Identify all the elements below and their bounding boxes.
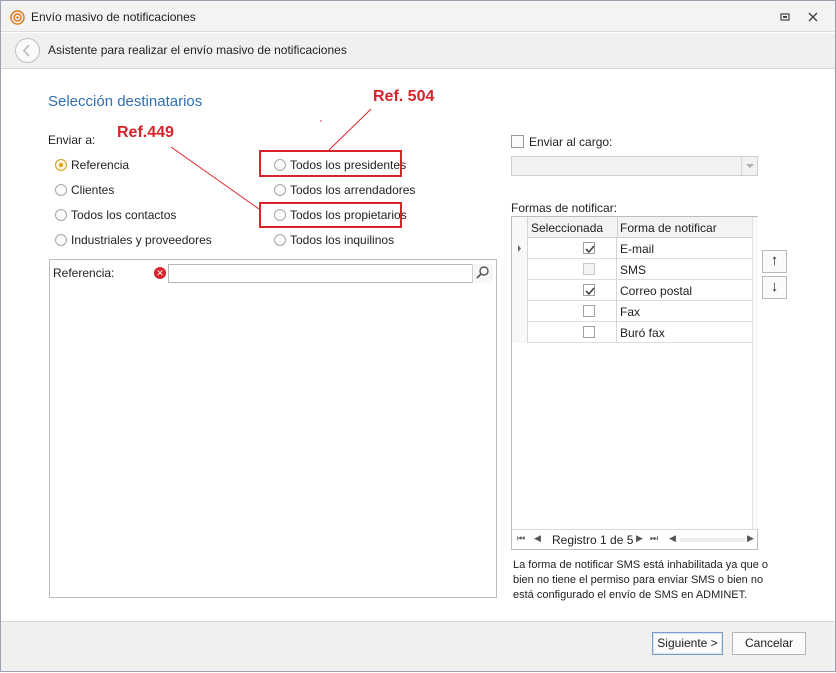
annotation-line-ref504 <box>328 108 372 151</box>
method-checkbox-fax[interactable] <box>583 305 595 317</box>
dropdown-arrow[interactable] <box>741 157 757 175</box>
scroll-left-icon[interactable]: ◀ <box>669 533 676 544</box>
grid-header-corner <box>512 217 528 238</box>
radio-indicator <box>274 234 286 246</box>
table-row[interactable]: Buró fax <box>512 322 752 343</box>
column-header-selected[interactable]: Seleccionada <box>531 221 603 235</box>
radio-indicator <box>274 184 286 196</box>
table-row[interactable]: Fax <box>512 301 752 322</box>
horizontal-scrollbar[interactable] <box>680 538 745 542</box>
row-indicator <box>512 238 528 259</box>
sms-disabled-note: La forma de notificar SMS está inhabilit… <box>513 559 768 601</box>
checkmark-icon <box>585 245 595 254</box>
wizard-header-text: Asistente para realizar el envío masivo … <box>48 43 347 57</box>
error-icon: ✕ <box>154 267 166 279</box>
restore-icon[interactable] <box>778 10 792 24</box>
cell-selected <box>528 259 617 280</box>
method-name: Correo postal <box>620 284 693 298</box>
chevron-down-icon <box>746 164 754 168</box>
notify-methods-label: Formas de notificar: <box>511 201 618 215</box>
next-button[interactable]: Siguiente > <box>652 632 723 655</box>
radio-indicator <box>55 234 67 246</box>
method-checkbox-correo-postal[interactable] <box>583 284 595 296</box>
radio-referencia[interactable]: Referencia <box>55 158 129 172</box>
arrow-left-icon <box>22 44 30 57</box>
annotation-label-ref449: Ref.449 <box>117 124 174 141</box>
first-page-icon[interactable]: ⏮ <box>517 533 525 544</box>
reference-label: Referencia: <box>53 266 115 280</box>
annotation-box-presidentes <box>259 150 402 177</box>
row-indicator <box>512 259 528 280</box>
checkmark-icon <box>585 287 595 296</box>
next-page-icon[interactable]: ▶ <box>636 533 643 544</box>
arrow-up-icon: ↑ <box>770 252 779 269</box>
column-header-method[interactable]: Forma de notificar <box>620 221 717 235</box>
position-dropdown[interactable] <box>511 156 758 176</box>
method-name: SMS <box>620 263 647 277</box>
radio-todos-inquilinos[interactable]: Todos los inquilinos <box>274 233 394 247</box>
annotation-label-ref504: Ref. 504 <box>373 88 435 105</box>
cancel-button[interactable]: Cancelar <box>732 632 806 655</box>
row-indicator <box>512 322 528 343</box>
row-indicator <box>512 301 528 322</box>
section-title: Selección destinatarios <box>48 93 203 110</box>
move-down-button[interactable]: ↓ <box>762 276 787 299</box>
method-name: Buró fax <box>620 326 665 340</box>
radio-indicator <box>55 184 67 196</box>
send-to-label: Enviar a: <box>48 133 96 147</box>
cell-selected <box>528 301 617 322</box>
arrow-down-icon: ↓ <box>770 278 779 295</box>
cell-selected <box>528 280 617 301</box>
close-icon[interactable] <box>806 10 820 24</box>
window-title: Envío masivo de notificaciones <box>31 10 196 24</box>
table-row[interactable]: SMS <box>512 259 752 280</box>
radio-todos-arrendadores[interactable]: Todos los arrendadores <box>274 183 415 197</box>
annotation-box-propietarios <box>259 202 402 228</box>
last-page-icon[interactable]: ⏭ <box>650 533 658 544</box>
cell-selected <box>528 238 617 259</box>
method-name: Fax <box>620 305 641 319</box>
method-checkbox-sms[interactable] <box>583 263 595 275</box>
method-checkbox-email[interactable] <box>583 242 595 254</box>
grid-pager: ⏮ ◀ Registro 1 de 5 ▶ ⏭ ◀ ▶ <box>512 529 757 549</box>
radio-industriales-proveedores[interactable]: Industriales y proveedores <box>55 233 212 247</box>
title-bar: Envío masivo de notificaciones <box>1 1 835 32</box>
broadcast-icon <box>10 10 25 25</box>
notify-methods-grid: Seleccionada Forma de notificar E-mail S… <box>511 216 758 550</box>
cell-selected <box>528 322 617 343</box>
row-indicator <box>512 280 528 301</box>
pager-text: Registro 1 de 5 <box>552 533 634 547</box>
send-to-position-label: Enviar al cargo: <box>529 135 613 149</box>
reference-panel <box>49 259 497 598</box>
prev-page-icon[interactable]: ◀ <box>534 533 541 544</box>
row-pointer-icon <box>518 245 521 252</box>
annotation-dot <box>320 120 322 122</box>
search-button[interactable] <box>472 264 493 283</box>
radio-indicator <box>55 159 67 171</box>
window: Envío masivo de notificaciones Asistente… <box>0 0 836 672</box>
scroll-right-icon[interactable]: ▶ <box>747 533 754 544</box>
method-checkbox-buro-fax[interactable] <box>583 326 595 338</box>
wizard-header: Asistente para realizar el envío masivo … <box>1 33 835 69</box>
back-button[interactable] <box>15 38 40 63</box>
reference-input[interactable] <box>168 264 493 283</box>
radio-clientes[interactable]: Clientes <box>55 183 114 197</box>
annotation-line-ref449 <box>170 146 260 210</box>
table-row[interactable]: Correo postal <box>512 280 752 301</box>
move-up-button[interactable]: ↑ <box>762 250 787 273</box>
method-name: E-mail <box>620 242 655 256</box>
vertical-scrollbar[interactable] <box>752 217 758 529</box>
send-to-position-checkbox[interactable] <box>511 135 524 148</box>
column-divider <box>617 217 618 238</box>
radio-indicator <box>55 209 67 221</box>
grid-header: Seleccionada Forma de notificar <box>512 217 752 238</box>
radio-todos-contactos[interactable]: Todos los contactos <box>55 208 176 222</box>
search-icon <box>476 266 489 279</box>
table-row[interactable]: E-mail <box>512 238 752 259</box>
